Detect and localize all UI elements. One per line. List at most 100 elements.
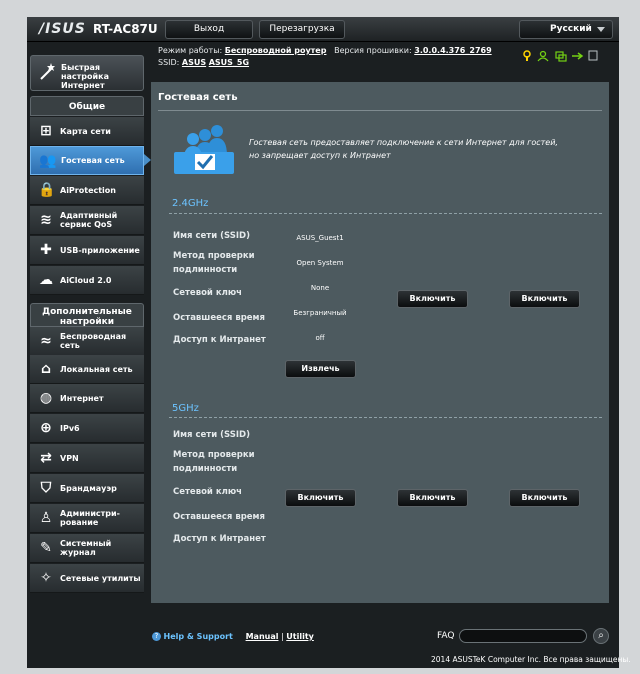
sidebar-item-globe[interactable]: ◍ Интернет [30, 384, 144, 413]
sidebar-item-label: Администри-рование [60, 509, 120, 527]
key-status-icon[interactable] [523, 50, 531, 61]
qos-icon: ≋ [40, 212, 52, 228]
footer-separator: | [281, 632, 284, 641]
guest1-ssid-value: ASUS_Guest1 [296, 234, 344, 242]
faq-label: FAQ [437, 631, 455, 641]
usb-status-icon[interactable] [572, 52, 584, 60]
main-panel: Гостевая сеть Гостевая сеть предоставляе… [151, 82, 609, 603]
key-5-field-label: Сетевой ключ [173, 487, 242, 497]
ssid-label: SSID: [158, 58, 180, 67]
auth-5-field-label-2: подлинности [173, 464, 238, 474]
guest-network-illustration-icon [174, 125, 234, 174]
key-field-label: Сетевой ключ [173, 288, 242, 298]
enable-guest3-24-button[interactable]: Включить [509, 290, 580, 308]
sidebar-item-wifi[interactable]: ≈ Беспроводная сеть [30, 327, 144, 356]
page-title: Гостевая сеть [158, 92, 238, 103]
sidebar-item-guest-network[interactable]: 👥 Гостевая сеть [30, 146, 144, 175]
tools-icon: ✧ [40, 570, 52, 586]
log-icon: ✎ [40, 540, 52, 556]
sidebar-item-usb-app[interactable]: ✚ USB-приложение [30, 236, 144, 265]
band-5-divider [169, 417, 602, 418]
ssid-5-field-label: Имя сети (SSID) [173, 430, 250, 440]
device-status-icon[interactable] [555, 51, 567, 62]
general-section-header: Общие [30, 96, 144, 116]
remove-guest1-button[interactable]: Извлечь [285, 360, 356, 378]
sidebar-item-log[interactable]: ✎ Системный журнал [30, 534, 144, 563]
sidebar-item-admin[interactable]: ♙ Администри-рование [30, 504, 144, 533]
title-divider [158, 110, 602, 111]
status-info: Режим работы: Беспроводной роутер Версия… [158, 45, 492, 69]
sidebar-item-vpn[interactable]: ⇄ VPN [30, 444, 144, 473]
asus-logo: /ISUS [39, 21, 86, 37]
sidebar-item-tools[interactable]: ✧ Сетевые утилиты [30, 564, 144, 593]
ssid-field-label: Имя сети (SSID) [173, 231, 250, 241]
firmware-link[interactable]: 3.0.0.4.376_2769 [414, 46, 491, 55]
sidebar-item-label: Беспроводная сеть [60, 332, 127, 350]
band-24-title: 2.4GHz [172, 198, 209, 209]
reboot-button[interactable]: Перезагрузка [259, 20, 345, 39]
sidebar-item-label: Адаптивный сервис QoS [60, 211, 118, 229]
language-value: Русский [550, 24, 592, 34]
sidebar-item-firewall[interactable]: ⛉ Брандмауэр [30, 474, 144, 503]
chevron-down-icon [597, 27, 605, 32]
model-name: RT-AC87U [93, 22, 158, 36]
search-icon[interactable]: ⌕ [593, 628, 609, 644]
sidebar-item-label: VPN [60, 453, 79, 463]
utility-link[interactable]: Utility [286, 632, 314, 641]
client-status-icon[interactable] [537, 50, 549, 62]
cloud-icon: ☁ [39, 272, 53, 288]
quick-setup-button[interactable]: Быстрая настройка Интернет [30, 55, 144, 91]
guest-network-icon: 👥 [39, 153, 57, 169]
guest1-auth-value: Open System [296, 259, 344, 267]
sidebar-item-label: Гостевая сеть [61, 156, 125, 165]
usb-app-icon: ✚ [40, 242, 52, 258]
band-24-divider [169, 213, 602, 214]
sidebar-item-qos[interactable]: ≋ Адаптивный сервис QoS [30, 206, 144, 235]
sidebar-item-label: USB-приложение [60, 245, 140, 255]
enable-guest1-5-button[interactable]: Включить [285, 489, 356, 507]
sidebar-item-label: AiCloud 2.0 [60, 275, 112, 285]
printer-status-icon[interactable] [588, 50, 598, 61]
firewall-icon: ⛉ [40, 480, 52, 496]
general-title: Общие [68, 102, 106, 112]
ssid-5-link[interactable]: ASUS_5G [209, 58, 249, 67]
sidebar-item-label: Сетевые утилиты [60, 573, 141, 583]
sidebar-item-label: Карта сети [60, 126, 111, 136]
time-field-label: Оставшееся время [173, 313, 265, 323]
copyright-text: 2014 ASUSTeK Computer Inc. Все права защ… [431, 655, 631, 664]
logout-button[interactable]: Выход [165, 20, 253, 39]
auth-field-label-1: Метод проверки [173, 251, 255, 261]
help-support-link[interactable]: Help & Support [164, 632, 233, 641]
quick-setup-label: Быстрая настройка Интернет [61, 63, 109, 90]
sidebar-item-label: Системный журнал [60, 539, 112, 557]
admin-icon: ♙ [39, 510, 53, 526]
advanced-section-header: Дополнительные настройки [30, 303, 144, 327]
sidebar-item-label: Брандмауэр [60, 483, 117, 493]
sidebar-item-cloud[interactable]: ☁ AiCloud 2.0 [30, 266, 144, 295]
language-select[interactable]: Русский [519, 20, 613, 39]
sidebar-item-home[interactable]: ⌂ Локальная сеть [30, 355, 144, 384]
enable-guest3-5-button[interactable]: Включить [509, 489, 580, 507]
auth-5-field-label-1: Метод проверки [173, 450, 255, 460]
sidebar-item-ipv6[interactable]: ⊕ IPv6 [30, 414, 144, 443]
faq-search-input[interactable] [459, 629, 587, 643]
top-header: /ISUS RT-AC87U Выход Перезагрузка Русски… [27, 17, 619, 42]
footer-links: ? Help & Support Manual | Utility [152, 632, 314, 641]
firmware-label: Версия прошивки: [334, 46, 412, 55]
magic-wand-icon [40, 63, 55, 80]
status-icons [523, 50, 598, 62]
vpn-icon: ⇄ [40, 450, 52, 466]
ipv6-icon: ⊕ [40, 420, 52, 436]
intranet-field-label: Доступ к Интранет [173, 335, 266, 345]
ssid-24-link[interactable]: ASUS [182, 58, 206, 67]
sidebar-item-lock[interactable]: 🔒 AiProtection [30, 176, 144, 205]
network-map-icon: ⊞ [40, 123, 52, 139]
sidebar-item-network-map[interactable]: ⊞ Карта сети [30, 117, 144, 146]
mode-link[interactable]: Беспроводной роутер [225, 46, 327, 55]
mode-label: Режим работы: [158, 46, 223, 55]
enable-guest2-5-button[interactable]: Включить [397, 489, 468, 507]
manual-link[interactable]: Manual [246, 632, 279, 641]
enable-guest2-24-button[interactable]: Включить [397, 290, 468, 308]
advanced-title: Дополнительные настройки [42, 307, 132, 327]
sidebar-item-label: IPv6 [60, 423, 80, 433]
